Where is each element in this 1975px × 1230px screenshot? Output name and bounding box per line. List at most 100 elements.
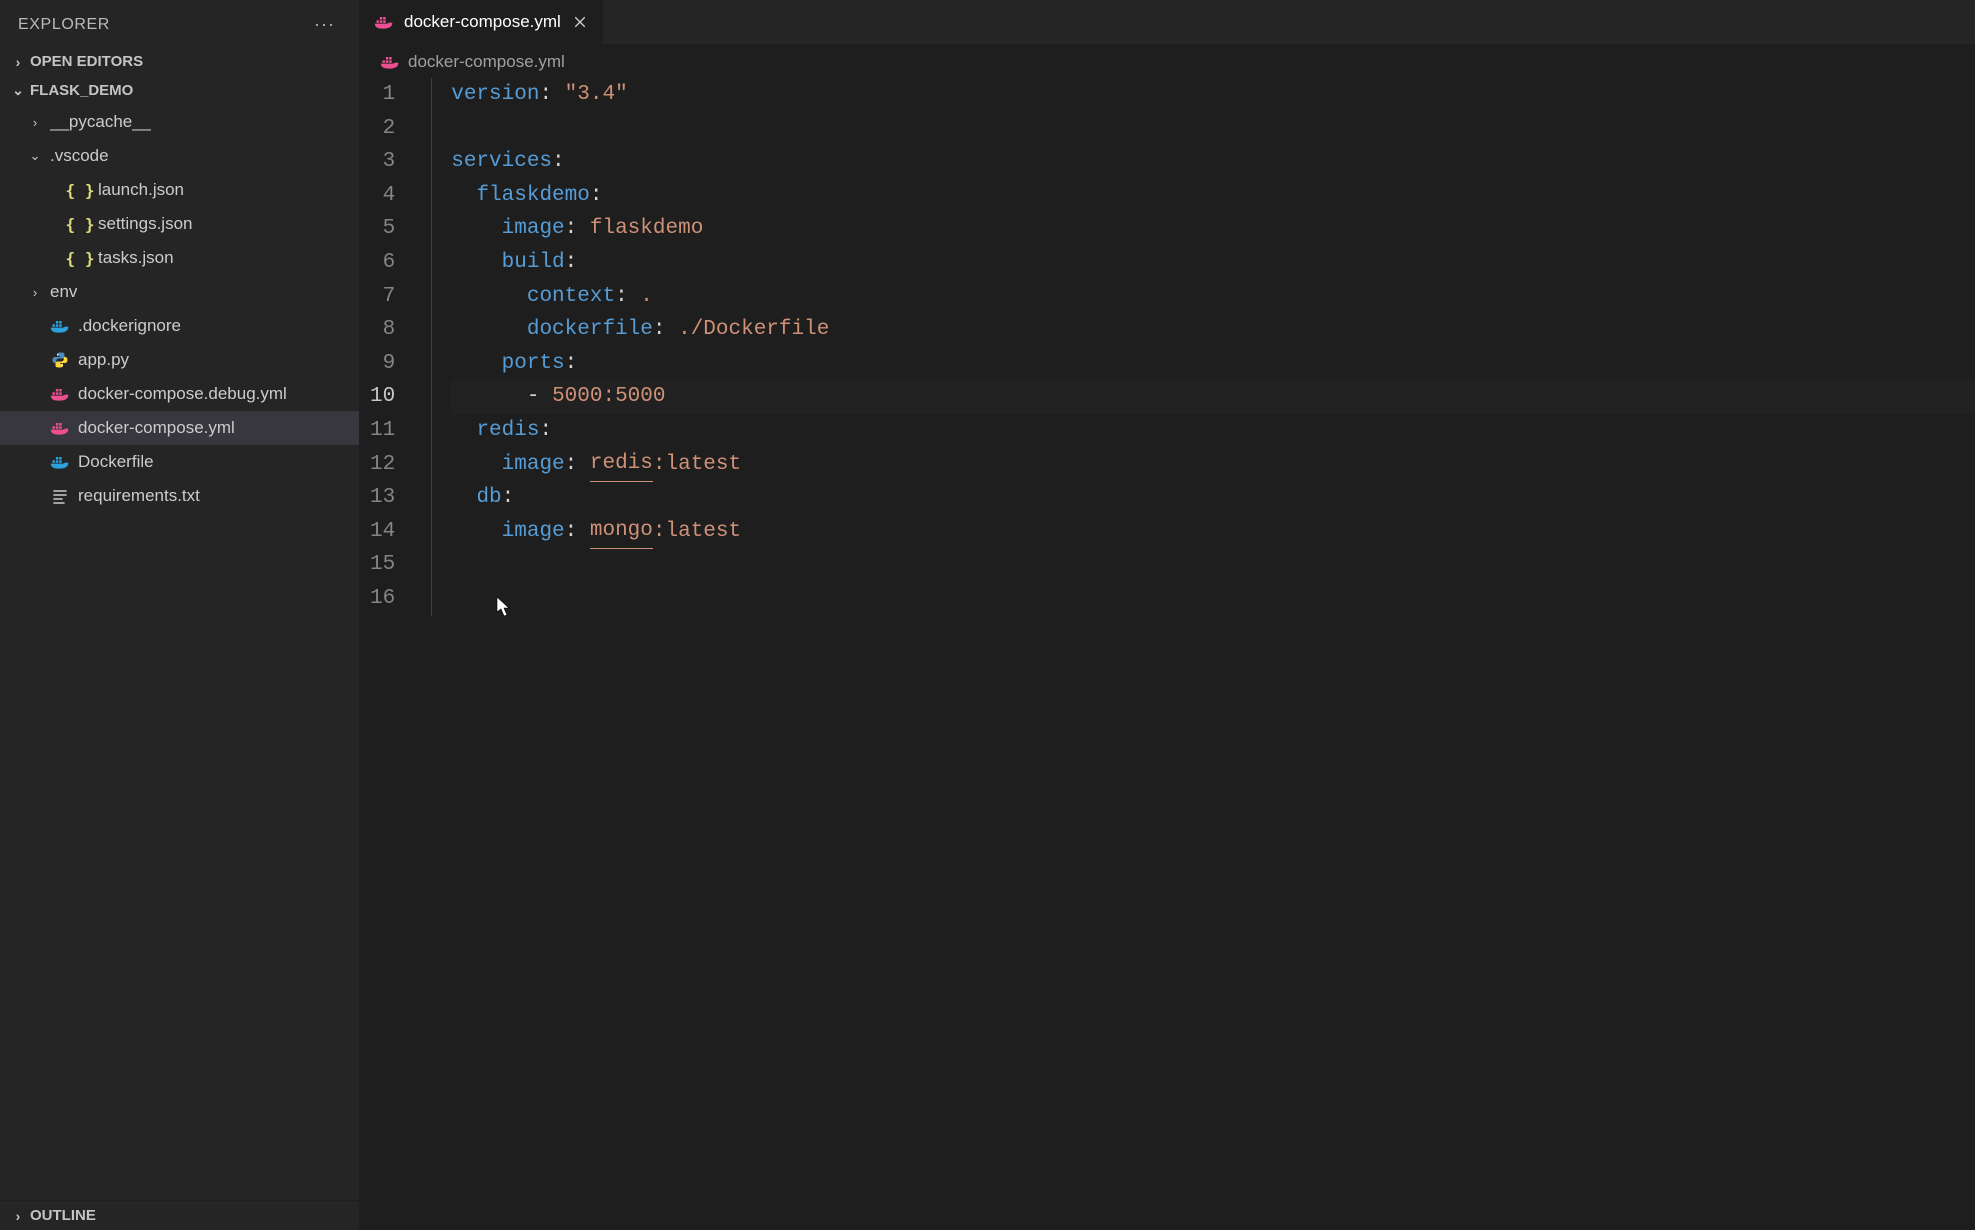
- tree-item-label: tasks.json: [98, 248, 174, 268]
- chevron-right-icon: ›: [28, 115, 42, 129]
- token-punc: :: [615, 280, 628, 314]
- code-line[interactable]: ports:: [451, 347, 1975, 381]
- token-key: services: [451, 145, 552, 179]
- token-key: image: [502, 515, 565, 549]
- code-line[interactable]: version: "3.4": [451, 78, 1975, 112]
- breadcrumb-bar[interactable]: docker-compose.yml: [360, 44, 1975, 78]
- tab-docker-compose[interactable]: docker-compose.yml: [360, 0, 604, 44]
- docker-whale-icon: [380, 53, 400, 71]
- code-line[interactable]: - 5000:5000: [451, 380, 1975, 414]
- line-number: 10: [370, 380, 395, 414]
- line-number: 14: [370, 515, 395, 549]
- tree-item-label: docker-compose.yml: [78, 418, 235, 438]
- file-docker-compose-debug-yml[interactable]: docker-compose.debug.yml: [0, 377, 359, 411]
- file-dockerfile[interactable]: Dockerfile: [0, 445, 359, 479]
- token-punc: :: [502, 481, 515, 515]
- token-punc: :: [565, 246, 578, 280]
- tree-item-label: env: [50, 282, 77, 302]
- code-content[interactable]: version: "3.4" services: flaskdemo: image…: [421, 78, 1975, 1230]
- python-icon: [51, 351, 69, 369]
- tab-label: docker-compose.yml: [404, 12, 561, 32]
- tree-item-label: __pycache__: [50, 112, 151, 132]
- file-icon: [50, 316, 70, 336]
- json-icon: { }: [66, 215, 95, 234]
- token-plain: [451, 246, 501, 280]
- token-plain: [451, 280, 527, 314]
- code-line[interactable]: redis:: [451, 414, 1975, 448]
- code-line[interactable]: flaskdemo:: [451, 179, 1975, 213]
- token-str: flaskdemo: [590, 212, 703, 246]
- tree-item-label: Dockerfile: [78, 452, 154, 472]
- token-punc: :: [565, 515, 578, 549]
- token-plain: [451, 515, 501, 549]
- explorer-sidebar: EXPLORER ··· › OPEN EDITORS ⌄ FLASK_DEMO…: [0, 0, 360, 1230]
- folder--pycache-[interactable]: › __pycache__: [0, 105, 359, 139]
- token-punc: :: [565, 448, 578, 482]
- code-line[interactable]: dockerfile: ./Dockerfile: [451, 313, 1975, 347]
- code-line[interactable]: [451, 548, 1975, 582]
- file-docker-compose-yml[interactable]: docker-compose.yml: [0, 411, 359, 445]
- file-icon: [50, 418, 70, 438]
- token-plain: [552, 78, 565, 112]
- folder--vscode[interactable]: ⌄.vscode: [0, 139, 359, 173]
- editor-group: docker-compose.yml docker-compose.yml 12…: [360, 0, 1975, 1230]
- file-tasks-json[interactable]: { }tasks.json: [0, 241, 359, 275]
- token-plain: [628, 280, 641, 314]
- file-icon: { }: [70, 214, 90, 234]
- tab-close-button[interactable]: [571, 13, 589, 31]
- code-line[interactable]: services:: [451, 145, 1975, 179]
- code-line[interactable]: image: flaskdemo: [451, 212, 1975, 246]
- code-line[interactable]: [451, 582, 1975, 616]
- chevron-down-icon: ⌄: [28, 149, 42, 163]
- folder-env[interactable]: ›env: [0, 275, 359, 309]
- tree-item-label: requirements.txt: [78, 486, 200, 506]
- file-tree[interactable]: › __pycache__ ⌄.vscode{ }launch.json{ }set…: [0, 105, 359, 1200]
- file-settings-json[interactable]: { }settings.json: [0, 207, 359, 241]
- token-key: context: [527, 280, 615, 314]
- line-number: 4: [370, 179, 395, 213]
- token-punc: -: [527, 380, 552, 414]
- line-number: 9: [370, 347, 395, 381]
- chevron-right-icon: ›: [10, 54, 26, 70]
- code-line[interactable]: build:: [451, 246, 1975, 280]
- token-str: "3.4": [565, 78, 628, 112]
- sidebar-title: EXPLORER: [18, 16, 110, 34]
- token-key: version: [451, 78, 539, 112]
- line-number: 2: [370, 112, 395, 146]
- file-requirements-txt[interactable]: requirements.txt: [0, 479, 359, 513]
- code-line[interactable]: image: mongo:latest: [451, 515, 1975, 549]
- line-number: 12: [370, 448, 395, 482]
- section-open-editors-label: OPEN EDITORS: [30, 53, 143, 70]
- text-lines-icon: [52, 488, 68, 504]
- chevron-down-icon: ⌄: [10, 83, 26, 99]
- code-line[interactable]: [451, 112, 1975, 146]
- docker-whale-icon: [374, 13, 394, 31]
- section-outline[interactable]: › OUTLINE: [0, 1200, 359, 1230]
- file--dockerignore[interactable]: .dockerignore: [0, 309, 359, 343]
- file-icon: [50, 452, 70, 472]
- file-app-py[interactable]: app.py: [0, 343, 359, 377]
- file-icon: [50, 384, 70, 404]
- token-key: flaskdemo: [476, 179, 589, 213]
- section-folder[interactable]: ⌄ FLASK_DEMO: [0, 76, 359, 105]
- sidebar-more-actions[interactable]: ···: [308, 12, 341, 37]
- token-punc: :: [565, 347, 578, 381]
- docker-compose-icon: [374, 12, 394, 32]
- code-line[interactable]: context: .: [451, 280, 1975, 314]
- token-str: 5000:5000: [552, 380, 665, 414]
- docker-whale-icon: [50, 453, 70, 471]
- section-outline-label: OUTLINE: [30, 1207, 96, 1224]
- file-icon: [50, 350, 70, 370]
- code-line[interactable]: db:: [451, 481, 1975, 515]
- token-plain: [451, 313, 527, 347]
- token-str: :latest: [653, 448, 741, 482]
- section-open-editors[interactable]: › OPEN EDITORS: [0, 47, 359, 76]
- file-launch-json[interactable]: { }launch.json: [0, 173, 359, 207]
- code-line[interactable]: image: redis:latest: [451, 448, 1975, 482]
- code-editor[interactable]: 12345678910111213141516 version: "3.4"se…: [360, 78, 1975, 1230]
- token-key: dockerfile: [527, 313, 653, 347]
- line-number: 1: [370, 78, 395, 112]
- tree-item-label: docker-compose.debug.yml: [78, 384, 287, 404]
- token-str: :latest: [653, 515, 741, 549]
- tree-item-label: .dockerignore: [78, 316, 181, 336]
